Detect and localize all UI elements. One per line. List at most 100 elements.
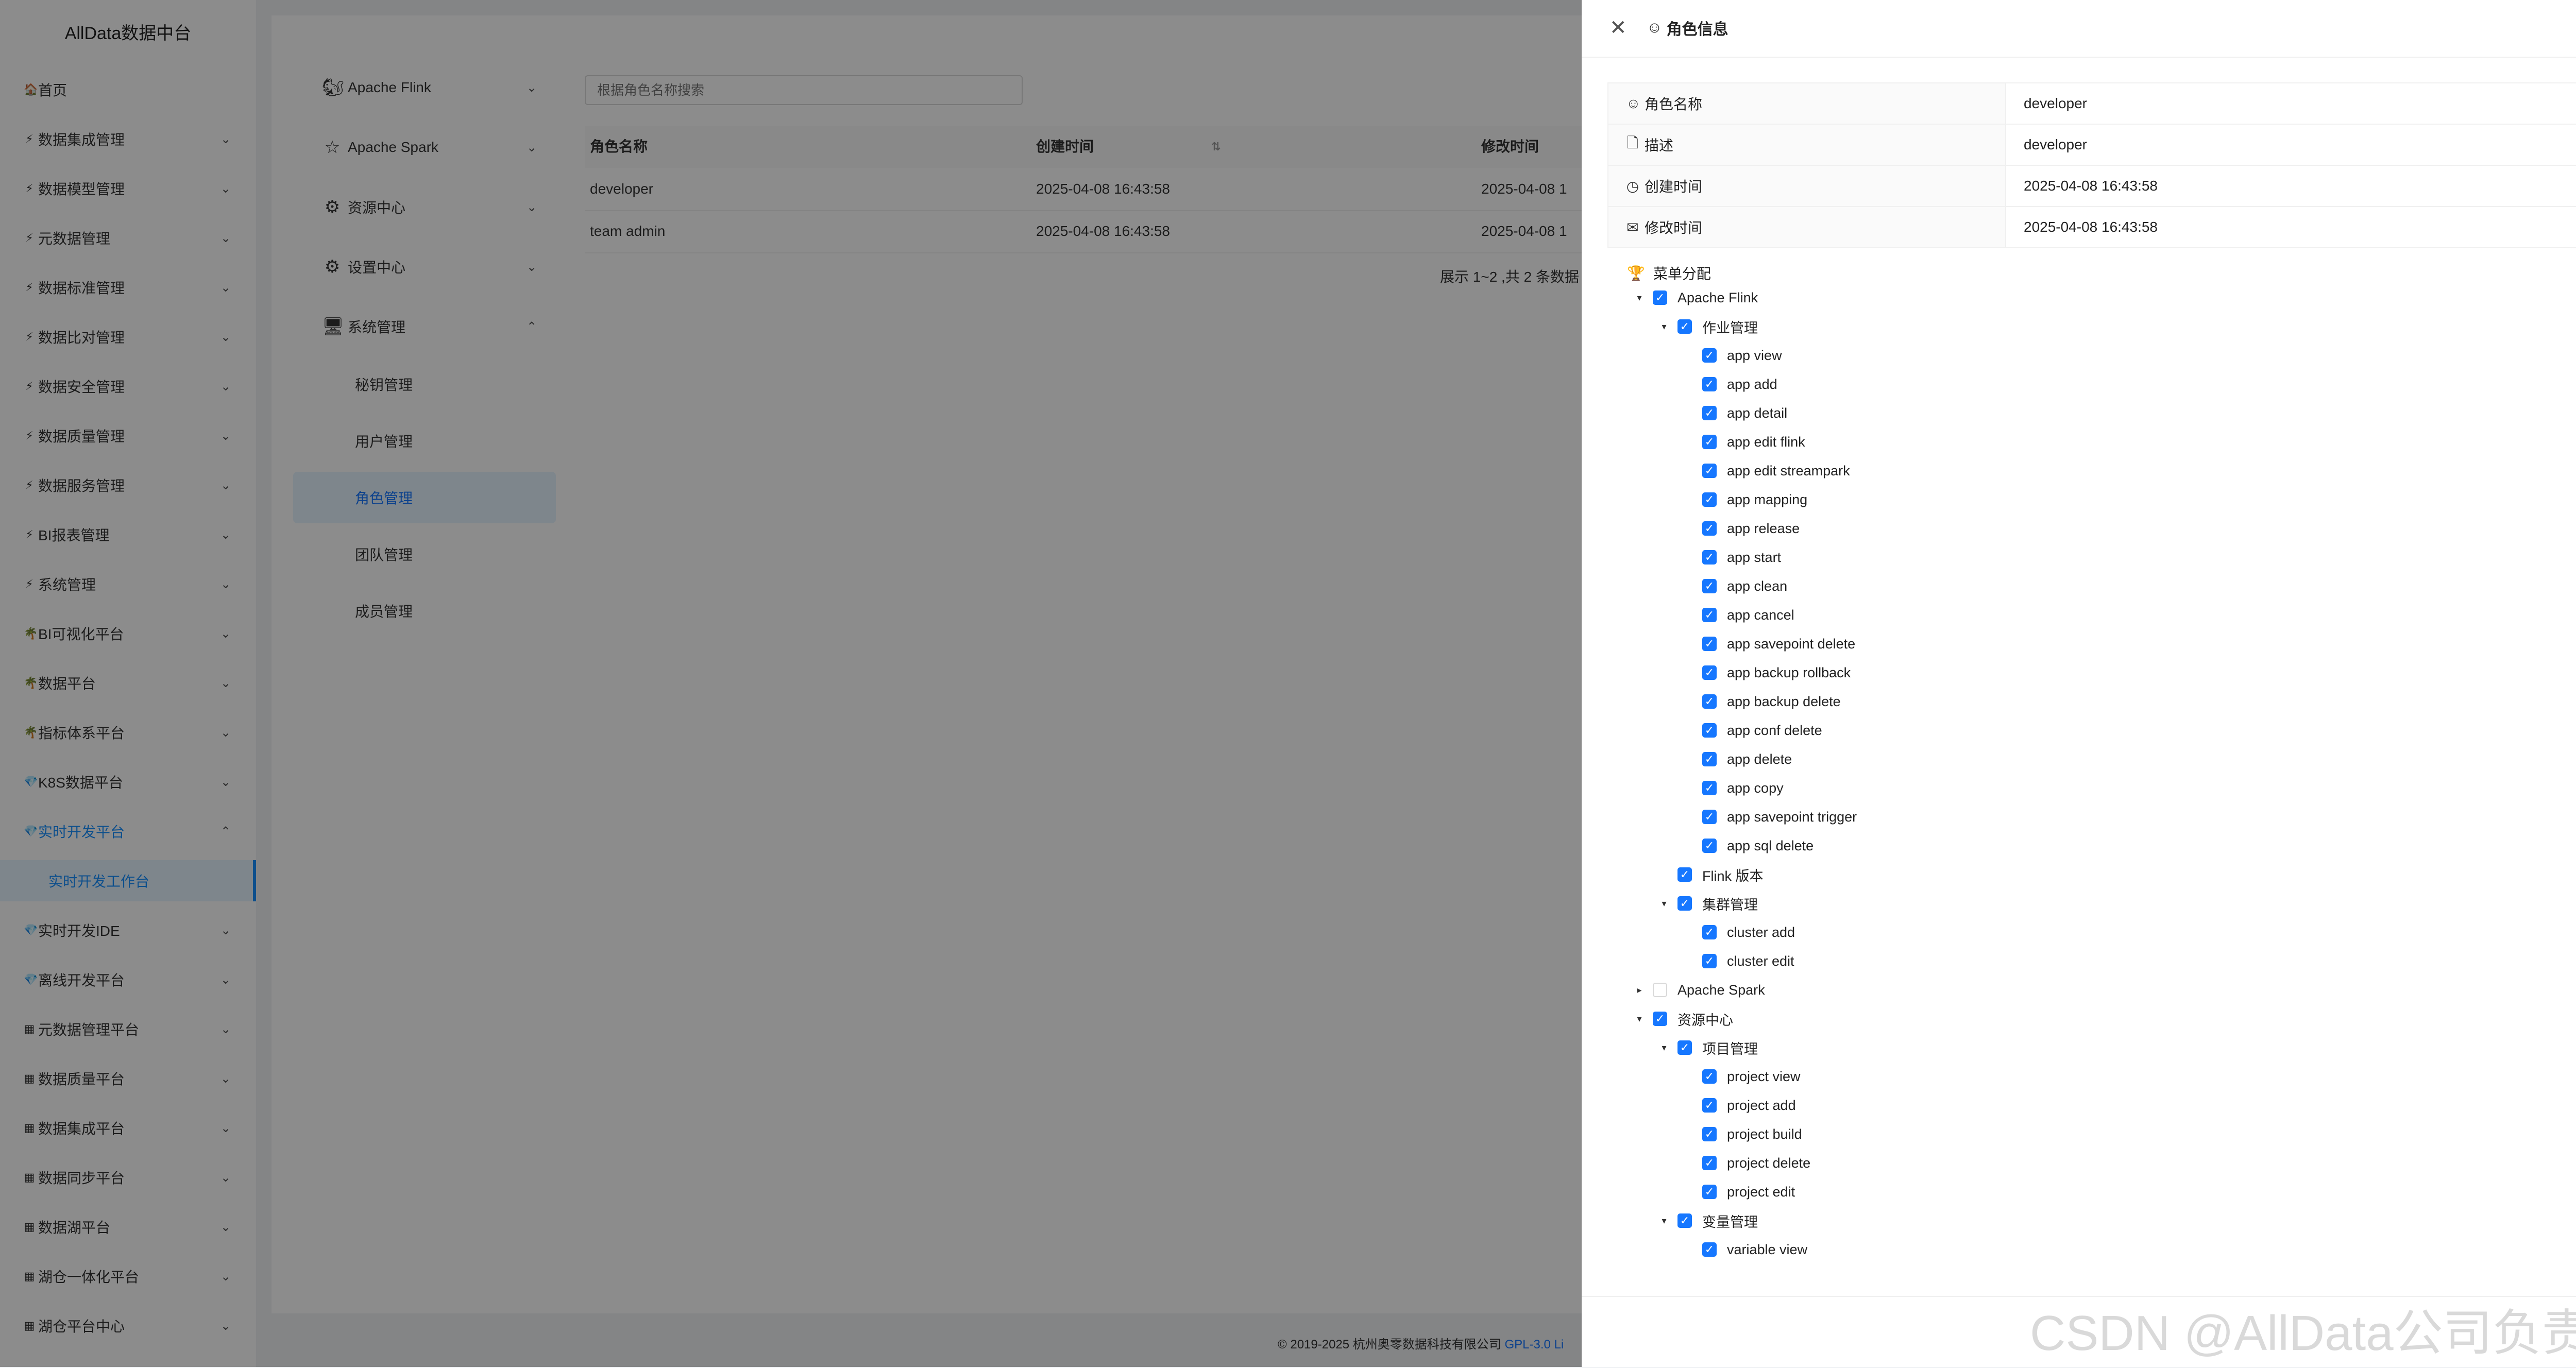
tree-node-checkbox[interactable]: ✓: [1702, 492, 1717, 507]
tree-node-checkbox[interactable]: ✓: [1677, 867, 1692, 882]
tree-node[interactable]: ✓ app start: [1683, 543, 1781, 572]
tree-node-checkbox[interactable]: ✓: [1702, 521, 1717, 536]
tree-node-checkbox[interactable]: ✓: [1702, 752, 1717, 766]
tree-node[interactable]: ✓ app savepoint trigger: [1683, 802, 1857, 831]
tree-node[interactable]: ✓ project view: [1683, 1062, 1801, 1091]
tree-node[interactable]: ✓ app savepoint delete: [1683, 629, 1855, 658]
tree-node[interactable]: ✓ app mapping: [1683, 485, 1807, 514]
tree-node[interactable]: ✓ app view: [1683, 341, 1782, 370]
tree-node[interactable]: ✓ project delete: [1683, 1149, 1810, 1177]
close-icon[interactable]: ✕: [1609, 15, 1627, 40]
tree-node-label: app conf delete: [1727, 722, 1822, 738]
tree-node[interactable]: ▾ ✓ 项目管理: [1658, 1033, 1758, 1062]
tree-node[interactable]: ▾ ✓ 集群管理: [1658, 889, 1758, 918]
tree-node-label: app clean: [1727, 578, 1788, 594]
tree-node[interactable]: ✓ project build: [1683, 1120, 1802, 1149]
description-value: developer: [2024, 95, 2087, 111]
tree-node-checkbox[interactable]: ✓: [1653, 290, 1667, 305]
description-row: ☺ 角色名称 developer: [1608, 83, 2576, 125]
tree-node-checkbox[interactable]: ✓: [1702, 637, 1717, 651]
tree-node-checkbox[interactable]: ✓: [1702, 694, 1717, 709]
description-label: ✉ 修改时间: [1608, 207, 2006, 247]
tree-node[interactable]: ▾ ✓ 变量管理: [1658, 1206, 1758, 1235]
tree-node-checkbox[interactable]: ✓: [1702, 579, 1717, 593]
tree-node-checkbox[interactable]: ✓: [1677, 896, 1692, 911]
tree-node-checkbox[interactable]: ✓: [1702, 1156, 1717, 1170]
tree-node-label: Flink 版本: [1702, 868, 1764, 884]
tree-node[interactable]: ✓ project edit: [1683, 1177, 1795, 1206]
tree-node-checkbox[interactable]: ✓: [1702, 810, 1717, 824]
tree-node[interactable]: ✓ app sql delete: [1683, 831, 1814, 860]
tree-node[interactable]: ✓ app edit streampark: [1683, 456, 1850, 485]
tree-node-label: app copy: [1727, 780, 1784, 796]
tree-node-label: app view: [1727, 347, 1782, 363]
tree-node-checkbox[interactable]: ✓: [1653, 983, 1667, 997]
tree-node-checkbox[interactable]: ✓: [1677, 1040, 1692, 1055]
tree-node-checkbox[interactable]: ✓: [1702, 464, 1717, 478]
tree-node-label: app delete: [1727, 751, 1792, 767]
watermark: CSDN @AllData公司负责人: [2030, 1306, 2576, 1361]
caret-right-icon[interactable]: ▸: [1633, 985, 1646, 996]
tree-node-label: 变量管理: [1702, 1214, 1758, 1230]
description-label-text: 描述: [1645, 138, 1674, 153]
tree-node-checkbox[interactable]: ✓: [1702, 435, 1717, 449]
tree-node[interactable]: ✓ app backup delete: [1683, 687, 1841, 716]
tree-node[interactable]: ✓ app release: [1683, 514, 1800, 543]
tree-node[interactable]: ✓ app add: [1683, 370, 1777, 399]
tree-node-checkbox[interactable]: ✓: [1702, 781, 1717, 795]
tree-node-checkbox[interactable]: ✓: [1702, 550, 1717, 565]
tree-node[interactable]: ▾ ✓ 资源中心: [1633, 1004, 1733, 1033]
description-row: ◷ 创建时间 2025-04-08 16:43:58: [1608, 166, 2576, 207]
tree-node-checkbox[interactable]: ✓: [1702, 608, 1717, 622]
description-row: 🗋 描述 developer: [1608, 125, 2576, 166]
tree-node-checkbox[interactable]: ✓: [1702, 1185, 1717, 1199]
tree-node-checkbox[interactable]: ✓: [1653, 1012, 1667, 1026]
tree-node-checkbox[interactable]: ✓: [1677, 1213, 1692, 1228]
tree-node[interactable]: ▾ ✓ 作业管理: [1658, 312, 1758, 341]
tree-node-checkbox[interactable]: ✓: [1702, 1098, 1717, 1113]
caret-down-icon[interactable]: ▾: [1658, 321, 1670, 332]
tree-node[interactable]: ▸ ✓ Apache Spark: [1633, 976, 1765, 1004]
tree-node[interactable]: ✓ app cancel: [1683, 601, 1794, 629]
description-label: ☺ 角色名称: [1608, 83, 2006, 124]
tree-node[interactable]: ✓ Flink 版本: [1658, 860, 1764, 889]
tree-node-checkbox[interactable]: ✓: [1677, 319, 1692, 334]
caret-down-icon[interactable]: ▾: [1658, 898, 1670, 909]
tree-node-label: variable view: [1727, 1241, 1808, 1257]
tree-node-label: 资源中心: [1677, 1012, 1733, 1028]
tree-node-checkbox[interactable]: ✓: [1702, 377, 1717, 391]
tree-node[interactable]: ▾ ✓ Apache Flink: [1633, 283, 1758, 312]
tree-node-checkbox[interactable]: ✓: [1702, 1127, 1717, 1141]
tree-node[interactable]: ✓ app delete: [1683, 745, 1792, 774]
tree-node-checkbox[interactable]: ✓: [1702, 954, 1717, 968]
caret-down-icon[interactable]: ▾: [1658, 1042, 1670, 1053]
tree-node-checkbox[interactable]: ✓: [1702, 925, 1717, 939]
caret-down-icon[interactable]: ▾: [1633, 293, 1646, 303]
tree-node[interactable]: ✓ app edit flink: [1683, 427, 1805, 456]
caret-down-icon[interactable]: ▾: [1658, 1216, 1670, 1226]
tree-node-label: project add: [1727, 1097, 1796, 1113]
tree-node[interactable]: ✓ app clean: [1683, 572, 1787, 601]
smile-icon: ☺: [1626, 95, 1641, 111]
tree-node[interactable]: ✓ project add: [1683, 1091, 1796, 1120]
tree-node-checkbox[interactable]: ✓: [1702, 723, 1717, 738]
caret-down-icon[interactable]: ▾: [1633, 1014, 1646, 1024]
tree-node-checkbox[interactable]: ✓: [1702, 348, 1717, 363]
tree-node-checkbox[interactable]: ✓: [1702, 406, 1717, 420]
drawer-mask[interactable]: [0, 0, 1582, 1367]
tree-node[interactable]: ✓ app backup rollback: [1683, 658, 1851, 687]
tree-node[interactable]: ✓ app detail: [1683, 399, 1787, 427]
tree-node-checkbox[interactable]: ✓: [1702, 1069, 1717, 1084]
tree-node-checkbox[interactable]: ✓: [1702, 839, 1717, 853]
file-icon: 🗋: [1626, 135, 1639, 151]
tree-node[interactable]: ✓ app conf delete: [1683, 716, 1822, 745]
tree-node-label: project view: [1727, 1068, 1801, 1084]
tree-node[interactable]: ✓ cluster edit: [1683, 947, 1794, 976]
tree-node[interactable]: ✓ cluster add: [1683, 918, 1795, 947]
tree-node[interactable]: ✓ app copy: [1683, 774, 1784, 802]
tree-node[interactable]: ✓ variable view: [1683, 1235, 1807, 1264]
description-label: ◷ 创建时间: [1608, 166, 2006, 206]
role-descriptions: ☺ 角色名称 developer 🗋 描述 developer ◷ 创建时间 2025-04-0…: [1607, 82, 2576, 248]
tree-node-checkbox[interactable]: ✓: [1702, 665, 1717, 680]
tree-node-checkbox[interactable]: ✓: [1702, 1242, 1717, 1257]
